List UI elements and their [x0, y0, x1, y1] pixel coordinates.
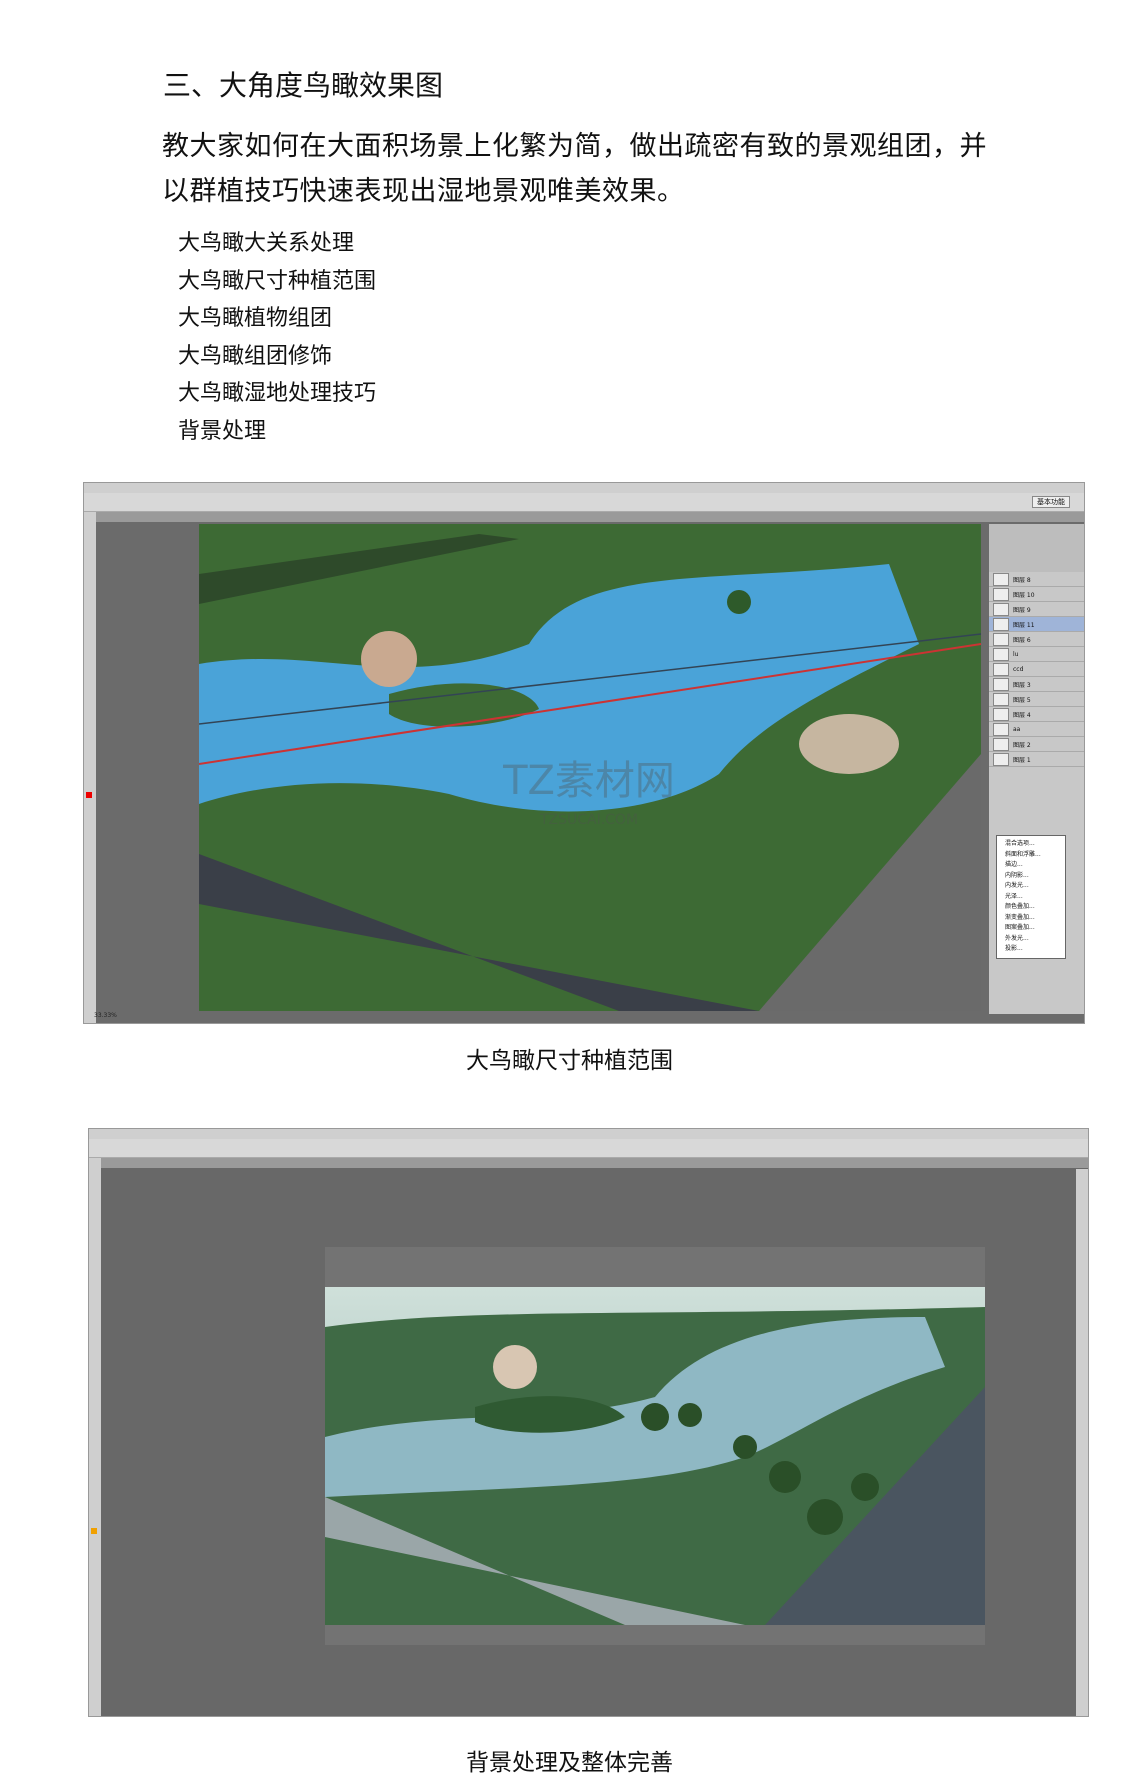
topic-item: 大鸟瞰大关系处理 [178, 231, 355, 256]
layer-thumbnail [993, 602, 1009, 616]
layer-name: 图层 2 [1013, 741, 1031, 749]
document-tabs [101, 1158, 1088, 1168]
options-bar [89, 1139, 1088, 1158]
layer-name: 图层 8 [1013, 576, 1031, 584]
figure-2-caption: 背景处理及整体完善 [466, 1750, 673, 1776]
layer-name: 图层 11 [1013, 621, 1035, 629]
layer-row[interactable]: 图层 9 [989, 602, 1084, 617]
topic-item: 背景处理 [178, 419, 267, 444]
layers-strip [1076, 1169, 1088, 1716]
layer-name: 图层 1 [1013, 756, 1031, 764]
topic-item: 大鸟瞰植物组团 [178, 306, 333, 331]
zoom-level: 33.33% [94, 1012, 117, 1019]
layer-thumbnail [993, 677, 1009, 691]
context-menu-item[interactable]: 图案叠加... [1005, 923, 1057, 934]
layer-row[interactable]: 图层 4 [989, 707, 1084, 722]
intro-line-2: 以群植技巧快速表现出湿地景观唯美效果。 [162, 176, 685, 207]
layer-name: aa [1013, 725, 1021, 733]
context-menu-item[interactable]: 描边... [1005, 860, 1057, 871]
context-menu-item[interactable]: 斜面和浮雕... [1005, 850, 1057, 861]
layer-thumbnail [993, 632, 1009, 646]
figure-1-caption: 大鸟瞰尺寸种植范围 [466, 1048, 673, 1074]
menu-bar [89, 1129, 1088, 1139]
layer-thumbnail [993, 722, 1009, 736]
context-menu-item[interactable]: 光泽... [1005, 892, 1057, 903]
workspace-select: 基本功能 [1032, 496, 1070, 508]
aerial-landscape-render: TZ素材网 TZSUCAI.COM [199, 524, 981, 1011]
layer-row[interactable]: 图层 11 [989, 617, 1084, 632]
layer-thumbnail [993, 662, 1009, 676]
layer-name: 图层 5 [1013, 696, 1031, 704]
layer-row[interactable]: 图层 5 [989, 692, 1084, 707]
layer-name: 图层 6 [1013, 636, 1031, 644]
photoshop-screenshot-1: 基本功能 TZ素材网 TZSUCAI.COM 33.33% 图层 8 图层 10 图… [83, 482, 1085, 1024]
final-aerial-render [325, 1287, 985, 1625]
layer-style-context-menu: 混合选项... 斜面和浮雕... 描边... 内阴影... 内发光... 光泽... 颜色叠… [996, 835, 1066, 959]
layer-row[interactable]: 图层 10 [989, 587, 1084, 602]
foreground-color-swatch [91, 1528, 97, 1534]
watermark-url: TZSUCAI.COM [539, 812, 638, 828]
options-bar: 基本功能 [84, 493, 1084, 512]
menu-bar [84, 483, 1084, 493]
layer-name: lu [1013, 650, 1019, 658]
layer-name: ccd [1013, 665, 1024, 673]
topic-item: 大鸟瞰湿地处理技巧 [178, 381, 377, 406]
layer-thumbnail [993, 707, 1009, 721]
layer-name: 图层 10 [1013, 591, 1035, 599]
section-heading: 三、大角度鸟瞰效果图 [163, 69, 444, 102]
layer-row[interactable]: 图层 1 [989, 752, 1084, 767]
context-menu-item[interactable]: 内发光... [1005, 881, 1057, 892]
layer-name: 图层 3 [1013, 681, 1031, 689]
layer-row[interactable]: 图层 2 [989, 737, 1084, 752]
layer-row[interactable]: ccd [989, 662, 1084, 677]
layer-thumbnail [993, 752, 1009, 766]
layer-row[interactable]: 图层 8 [989, 572, 1084, 587]
layer-name: 图层 4 [1013, 711, 1031, 719]
layer-thumbnail [993, 692, 1009, 706]
context-menu-item[interactable]: 内阴影... [1005, 871, 1057, 882]
layer-row[interactable]: 图层 6 [989, 632, 1084, 647]
layer-thumbnail [993, 572, 1009, 586]
context-menu-item[interactable]: 外发光... [1005, 934, 1057, 945]
layer-thumbnail [993, 587, 1009, 601]
context-menu-item[interactable]: 混合选项... [1005, 839, 1057, 850]
context-menu-item[interactable]: 渐变叠加... [1005, 913, 1057, 924]
canvas [325, 1247, 985, 1645]
foreground-color-swatch [86, 792, 92, 798]
topic-item: 大鸟瞰组团修饰 [178, 344, 333, 369]
layer-row[interactable]: aa [989, 722, 1084, 737]
intro-line-1: 教大家如何在大面积场景上化繁为简，做出疏密有致的景观组团，并 [162, 131, 987, 162]
photoshop-screenshot-2 [88, 1128, 1089, 1717]
layer-row[interactable]: 图层 3 [989, 677, 1084, 692]
context-menu-item[interactable]: 颜色叠加... [1005, 902, 1057, 913]
topic-item: 大鸟瞰尺寸种植范围 [178, 269, 377, 294]
context-menu-item[interactable]: 投影... [1005, 944, 1057, 955]
layer-row[interactable]: lu [989, 647, 1084, 662]
layer-thumbnail [993, 647, 1009, 661]
tools-panel [89, 1158, 101, 1716]
tools-panel [84, 512, 96, 1023]
watermark: TZ素材网 [502, 758, 675, 804]
layer-thumbnail [993, 737, 1009, 751]
document-tabs [96, 512, 1084, 522]
layer-name: 图层 9 [1013, 606, 1031, 614]
layer-thumbnail [993, 617, 1009, 631]
